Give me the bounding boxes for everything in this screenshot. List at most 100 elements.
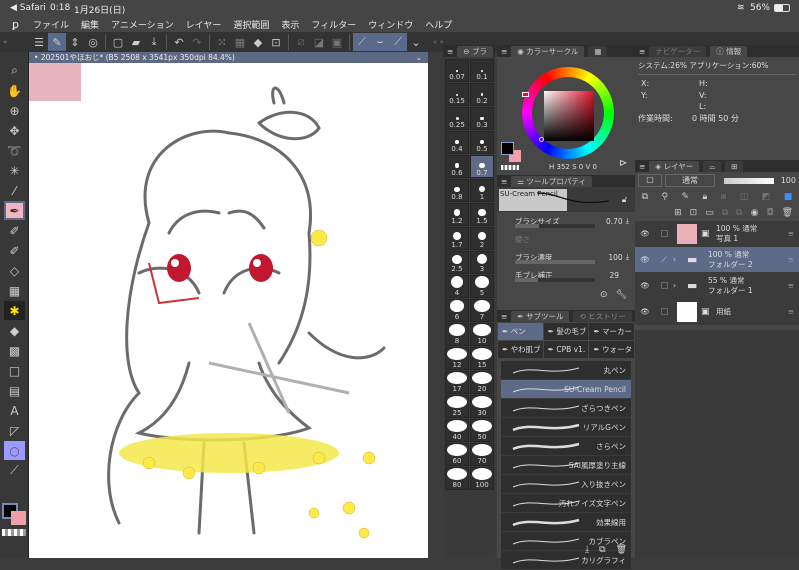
panel-menu-icon[interactable]: ≡ — [447, 47, 453, 56]
transparent-color-swatch[interactable] — [2, 529, 26, 536]
line-correction-icon[interactable]: ⟋ — [4, 461, 25, 480]
brush-size-option[interactable]: 70 — [470, 443, 494, 466]
expand-arrow-icon[interactable]: › — [673, 255, 687, 264]
brush-size-pressure-icon[interactable]: ⤓ — [626, 216, 629, 226]
brush-size-option[interactable]: 80 — [445, 467, 469, 490]
edit-pen-icon[interactable]: ⟋ — [655, 255, 673, 265]
duplicate-subtool-icon[interactable]: ⧉ — [599, 545, 605, 555]
collapse-left-icon[interactable]: « — [0, 38, 30, 46]
fill-icon[interactable]: ◆ — [249, 33, 267, 51]
magic-wand-icon[interactable]: ✳ — [4, 161, 25, 180]
brush-size-option[interactable]: 10 — [470, 323, 494, 346]
stabilization-value[interactable]: 29 — [609, 271, 619, 280]
menu-edit[interactable]: 編集 — [81, 18, 99, 31]
opacity-value[interactable]: 100 — [781, 176, 796, 185]
menu-animation[interactable]: アニメーション — [111, 18, 174, 31]
subtool-item[interactable]: 入り抜きペン — [501, 475, 631, 494]
subtool-tab[interactable]: ✒ サブツール — [511, 310, 570, 322]
density-pressure-icon[interactable]: ⤓ — [626, 252, 629, 262]
panel-menu-icon[interactable]: ≡ — [501, 47, 507, 56]
layer-row[interactable]: 👁︎ ▣ 100 % 通常 写真 1 ≡ — [635, 221, 799, 247]
copy-subtool-icon[interactable]: ⤓ — [585, 545, 589, 555]
blend-mode-select[interactable]: 通常 — [665, 174, 715, 187]
transfer-down-icon[interactable]: ⧉ — [722, 208, 728, 218]
clear-icon[interactable]: ⧄ — [292, 33, 310, 51]
main-color-swatch[interactable] — [501, 142, 514, 155]
menu-selection[interactable]: 選択範囲 — [233, 18, 269, 31]
brush-size-option[interactable]: 6 — [445, 299, 469, 322]
brush-size-option[interactable]: 60 — [445, 443, 469, 466]
layer-row[interactable]: 👁︎ ⟋ › ▬ 100 % 通常 フォルダー 2 ≡ — [635, 247, 799, 273]
subtool-item[interactable]: SU-Cream Pencil — [501, 380, 631, 399]
brush-size-option[interactable]: 12 — [445, 347, 469, 370]
menu-file[interactable]: ファイル — [33, 18, 69, 31]
stabilize-2-icon[interactable]: ⌣ — [371, 33, 389, 51]
brush-size-option[interactable]: 3 — [470, 251, 494, 274]
menu-layer[interactable]: レイヤー — [186, 18, 222, 31]
eraser-tool-icon[interactable]: ◇ — [4, 261, 25, 280]
brush-size-option[interactable]: 0.1 — [470, 59, 494, 82]
brush-size-option[interactable]: 0.8 — [445, 179, 469, 202]
create-mask-icon[interactable]: ◉ — [751, 208, 759, 218]
lock-icon[interactable]: 🔓︎ — [622, 195, 627, 205]
open-folder-icon[interactable]: ▰ — [127, 33, 145, 51]
reorder-icon[interactable]: ⇕ — [66, 33, 84, 51]
deselect-icon[interactable]: ⁙ — [213, 33, 231, 51]
layer-row[interactable]: 👁︎ ▣ 用紙 ≡ — [635, 299, 799, 325]
layer-tab[interactable]: ◈ レイヤー — [649, 160, 700, 172]
brush-size-option[interactable]: 7 — [470, 299, 494, 322]
delete-layer-icon[interactable]: 🗑︎ — [782, 208, 793, 218]
brush-size-option[interactable]: 0.3 — [470, 107, 494, 130]
reset-icon[interactable]: ⊙ — [600, 290, 608, 300]
subtool-item[interactable]: ざらつきペン — [501, 399, 631, 418]
back-to-safari[interactable]: ◀ Safari — [10, 3, 46, 13]
pencil-tool-icon[interactable]: ✐ — [4, 221, 25, 240]
brush-size-option[interactable]: 17 — [445, 371, 469, 394]
save-icon[interactable]: ⤓ — [145, 33, 163, 51]
subtool-item[interactable]: SAI風厚塗り主線 — [501, 456, 631, 475]
settings-wrench-icon[interactable]: 🔧︎ — [616, 290, 627, 300]
brush-tool-icon[interactable]: ✐ — [4, 241, 25, 260]
pen-tool-icon[interactable]: ✒ — [4, 201, 25, 220]
density-slider[interactable] — [515, 260, 595, 264]
subtool-group-0[interactable]: ✒ ペン — [498, 323, 543, 340]
app-logo-icon[interactable]: ꝑ — [12, 18, 19, 31]
drawing-canvas[interactable] — [29, 63, 428, 558]
brush-size-option[interactable]: 0.6 — [445, 155, 469, 178]
tool-property-tab[interactable]: ⚌ ツールプロパティ — [511, 175, 592, 187]
brush-size-option[interactable]: 8 — [445, 323, 469, 346]
brush-size-option[interactable]: 1.2 — [445, 203, 469, 226]
brush-size-option[interactable]: 0.5 — [470, 131, 494, 154]
brush-size-option[interactable]: 4 — [445, 275, 469, 298]
lasso-tool-icon[interactable]: ➰ — [4, 141, 25, 160]
new-vector-layer-icon[interactable]: ⊡ — [690, 208, 698, 218]
lock-layer-icon[interactable]: 🔒︎ — [703, 192, 708, 202]
brush-size-slider[interactable] — [515, 224, 595, 228]
subtool-group-4[interactable]: ✒ CPB v1. — [543, 341, 589, 358]
move-tool-icon[interactable]: ✥ — [4, 121, 25, 140]
merge-down-icon[interactable]: ⧉ — [736, 208, 742, 218]
menu-view[interactable]: 表示 — [281, 18, 299, 31]
ruler-icon[interactable]: ◩ — [762, 192, 771, 202]
color-circle-tab[interactable]: ◉ カラーサークル — [511, 45, 585, 57]
fill-tool-icon[interactable]: ◆ — [4, 321, 25, 340]
tone-icon[interactable]: ◪ — [310, 33, 328, 51]
redo-icon[interactable]: ↷ — [188, 33, 206, 51]
panel-menu-icon[interactable]: ≡ — [639, 47, 645, 56]
subtool-group-2[interactable]: ✒ マーカー — [589, 323, 634, 340]
history-tab[interactable]: ⟲ ヒストリー — [573, 310, 632, 322]
menu-filter[interactable]: フィルター — [311, 18, 356, 31]
brush-size-option[interactable]: 30 — [470, 395, 494, 418]
subtool-item[interactable]: リアルGペン — [501, 418, 631, 437]
expand-chevron-icon[interactable]: ⌄ — [407, 33, 425, 51]
draft-icon[interactable]: ✎ — [682, 192, 690, 202]
brush-size-option[interactable]: 1.5 — [470, 203, 494, 226]
brush-size-option[interactable]: 2.5 — [445, 251, 469, 274]
drag-handle-icon[interactable]: ≡ — [788, 281, 794, 290]
subtool-item[interactable]: さらペン — [501, 437, 631, 456]
info-tab[interactable]: ⓘ 情報 — [710, 45, 748, 57]
saturation-value-square[interactable] — [544, 91, 594, 141]
sub-color-swatch[interactable] — [11, 511, 26, 525]
sv-picker-handle[interactable] — [539, 137, 544, 142]
transparent-swatch[interactable] — [501, 165, 519, 170]
